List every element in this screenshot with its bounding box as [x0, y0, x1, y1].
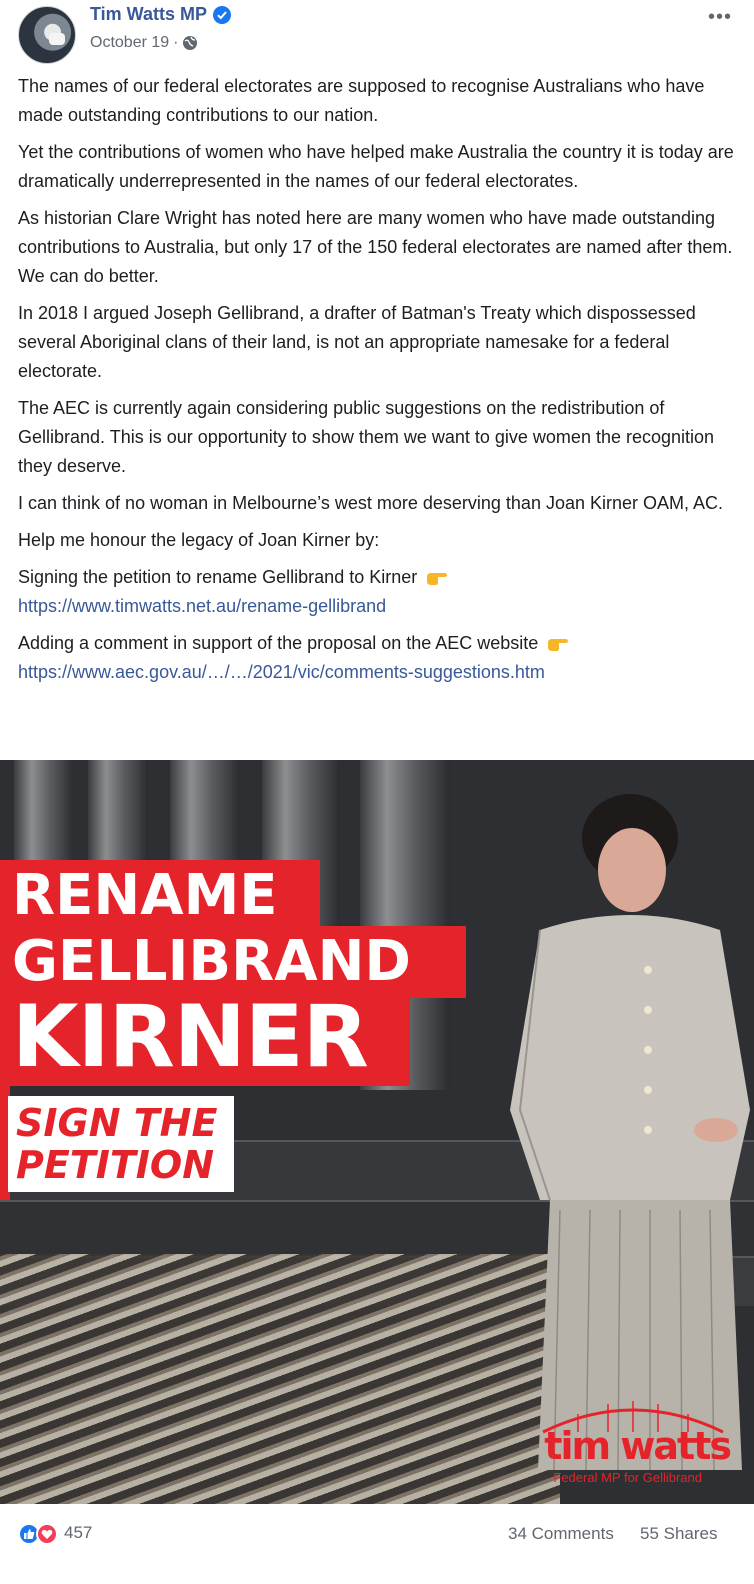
aec-paragraph: Adding a comment in support of the propo… — [18, 629, 736, 687]
paragraph: The AEC is currently again considering p… — [18, 398, 715, 476]
paragraph: Help me honour the legacy of Joan Kirner… — [18, 530, 380, 550]
sign-petition-badge[interactable]: SIGN THE PETITION — [8, 1096, 234, 1192]
post-date[interactable]: October 19 — [90, 34, 169, 52]
author-avatar[interactable] — [18, 6, 76, 64]
paragraph: In 2018 I argued Joseph Gellibrand, a dr… — [18, 303, 696, 381]
facebook-post: Tim Watts MP October 19 · ••• The names … — [0, 0, 754, 1584]
sign-text: PETITION — [16, 1143, 215, 1187]
pointing-hand-icon — [547, 632, 569, 651]
post-image[interactable]: RENAME GELLIBRAND KIRNER SIGN THE PETITI… — [0, 760, 754, 1504]
petition-text: Signing the petition to rename Gellibran… — [18, 567, 418, 587]
banner-kirner: KIRNER — [0, 988, 410, 1086]
date-separator: · — [173, 34, 179, 51]
banner-text: KIRNER — [12, 987, 369, 1087]
logo-name: tim watts — [544, 1424, 732, 1468]
post-meta: October 19 · — [90, 34, 198, 52]
logo-subtitle: Federal MP for Gellibrand — [553, 1470, 702, 1485]
shares-count[interactable]: 55 Shares — [640, 1524, 718, 1544]
author-name[interactable]: Tim Watts MP — [90, 4, 207, 25]
love-icon[interactable] — [36, 1523, 58, 1545]
aec-link[interactable]: https://www.aec.gov.au/…/…/2021/vic/comm… — [18, 662, 545, 682]
pointing-hand-icon — [426, 566, 448, 585]
carpet-decor — [0, 1254, 560, 1504]
post-body: The names of our federal electorates are… — [18, 72, 736, 695]
petition-paragraph: Signing the petition to rename Gellibran… — [18, 563, 736, 621]
banner-rename: RENAME — [0, 860, 320, 932]
post-footer: 457 34 Comments 55 Shares — [0, 1510, 754, 1570]
comments-count[interactable]: 34 Comments — [508, 1524, 614, 1544]
paragraph: As historian Clare Wright has noted here… — [18, 208, 733, 286]
globe-icon — [182, 35, 198, 51]
petition-link[interactable]: https://www.timwatts.net.au/rename-gelli… — [18, 596, 386, 616]
banner-text: RENAME — [12, 863, 278, 928]
aec-text: Adding a comment in support of the propo… — [18, 633, 539, 653]
post-header: Tim Watts MP October 19 · ••• — [0, 0, 754, 70]
sign-text: SIGN THE — [16, 1101, 218, 1145]
verified-icon — [213, 5, 232, 24]
tim-watts-logo: tim watts Federal MP for Gellibrand — [528, 1394, 738, 1494]
paragraph: I can think of no woman in Melbourne’s w… — [18, 493, 724, 513]
author-row: Tim Watts MP — [90, 4, 232, 25]
reactions-count[interactable]: 457 — [64, 1523, 92, 1543]
paragraph: Yet the contributions of women who have … — [18, 142, 734, 191]
more-options-icon[interactable]: ••• — [708, 6, 732, 29]
paragraph: The names of our federal electorates are… — [18, 76, 705, 125]
